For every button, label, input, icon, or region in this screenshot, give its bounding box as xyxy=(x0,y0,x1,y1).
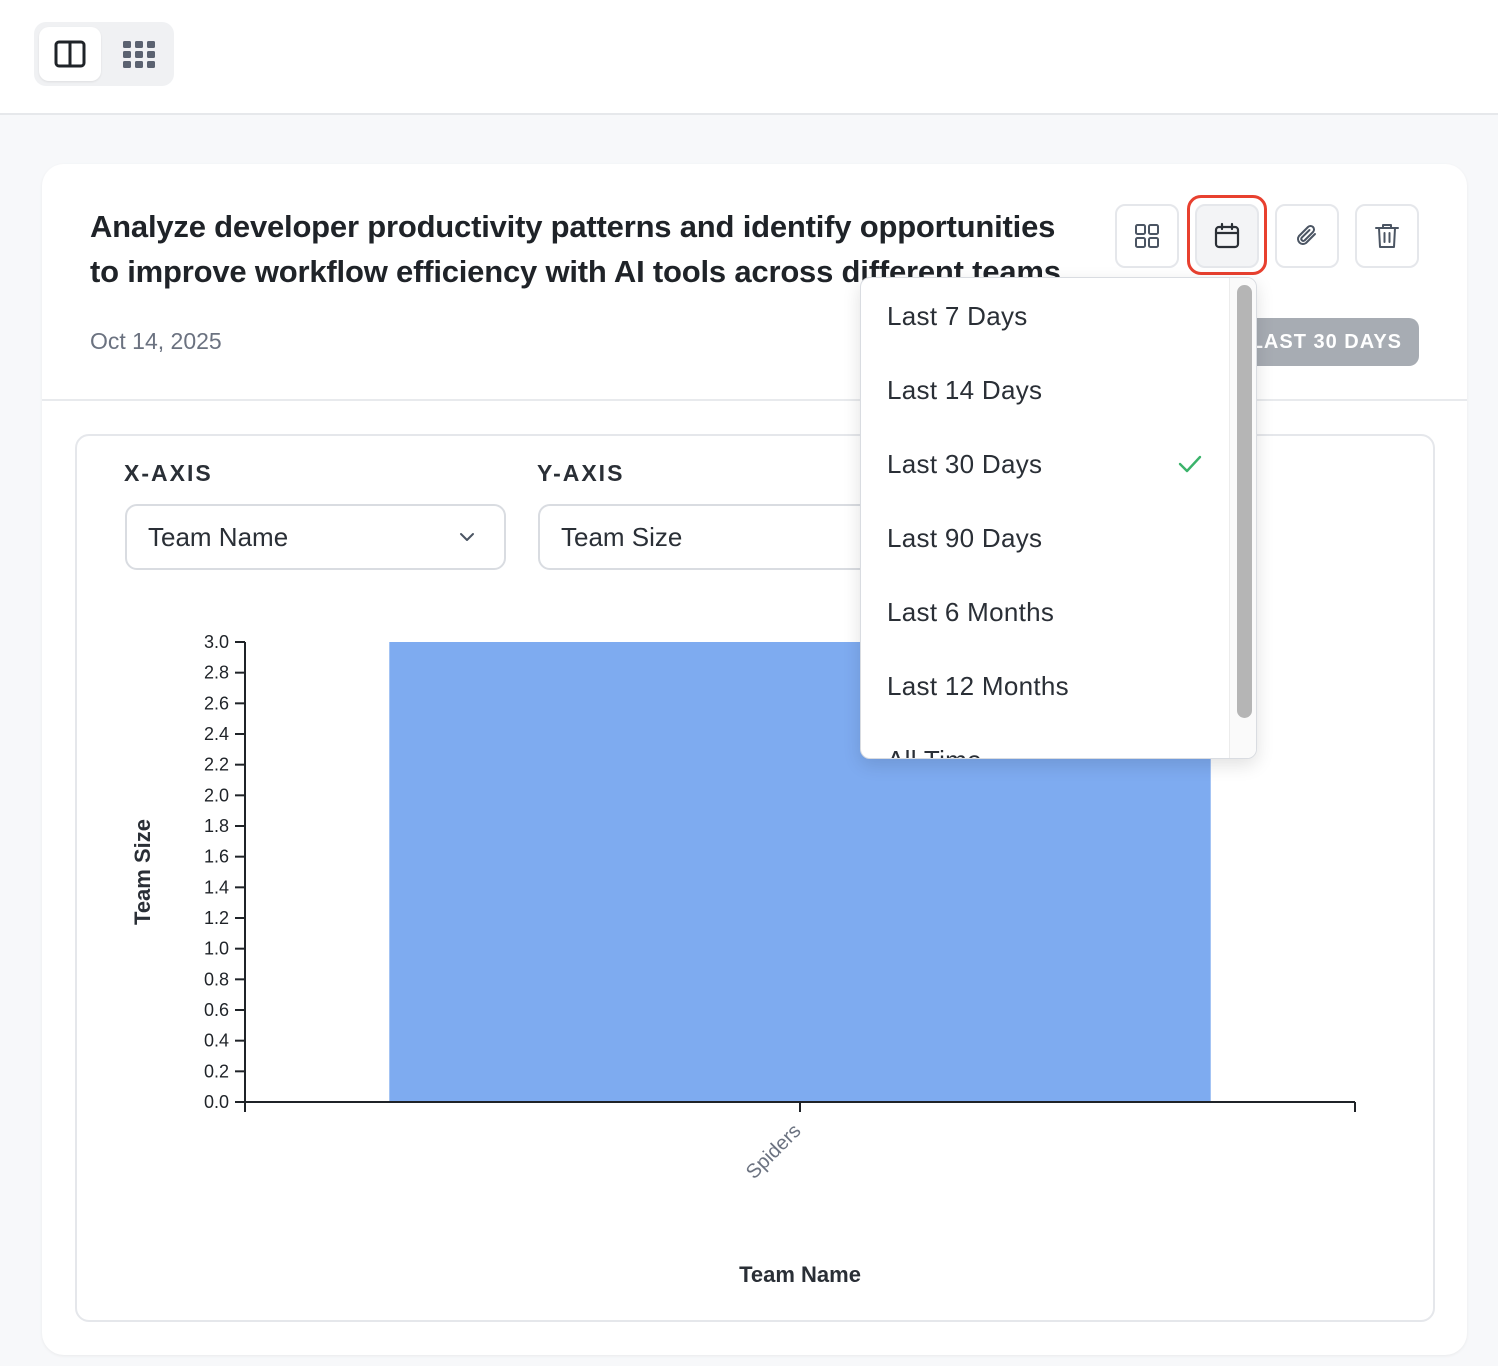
calendar-icon xyxy=(1214,222,1240,249)
y-tick-label: 2.6 xyxy=(204,693,229,713)
y-tick-label: 0.0 xyxy=(204,1092,229,1112)
y-tick-label: 2.8 xyxy=(204,663,229,683)
x-tick-label: Spiders xyxy=(742,1120,806,1184)
y-axis-title: Team Size xyxy=(130,819,155,925)
date-range-option-label: Last 90 Days xyxy=(887,522,1043,553)
date-range-option-label: Last 30 Days xyxy=(887,448,1043,479)
y-tick-label: 1.6 xyxy=(204,847,229,867)
split-view-button[interactable] xyxy=(39,27,101,81)
date-range-options: Last 7 Days Last 14 Days Last 30 Days Last … xyxy=(861,278,1229,759)
date-range-option[interactable]: Last 7 Days xyxy=(861,279,1229,353)
date-range-option-label: Last 14 Days xyxy=(887,374,1043,405)
y-tick-label: 0.8 xyxy=(204,969,229,989)
delete-button[interactable] xyxy=(1355,204,1419,268)
y-tick-label: 0.6 xyxy=(204,1000,229,1020)
y-tick-label: 1.0 xyxy=(204,939,229,959)
split-view-icon xyxy=(54,40,86,68)
top-bar xyxy=(0,0,1498,115)
x-axis-title: Team Name xyxy=(739,1262,861,1287)
card-date: Oct 14, 2025 xyxy=(90,328,222,354)
date-range-option[interactable]: Last 14 Days xyxy=(861,353,1229,427)
date-range-button[interactable] xyxy=(1195,204,1259,268)
y-tick-label: 2.4 xyxy=(204,724,229,744)
y-tick-label: 2.0 xyxy=(204,785,229,805)
y-tick-label: 3.0 xyxy=(204,632,229,652)
paperclip-icon xyxy=(1297,224,1316,245)
date-range-option-label: Last 7 Days xyxy=(887,300,1028,331)
menu-scrollbar-thumb[interactable] xyxy=(1237,285,1252,718)
date-range-option[interactable]: Last 12 Months xyxy=(861,649,1229,723)
y-tick-label: 0.4 xyxy=(204,1031,229,1051)
date-range-option[interactable]: All Time xyxy=(861,723,1229,759)
date-range-option-label: Last 12 Months xyxy=(887,670,1069,701)
grid-icon xyxy=(1135,224,1159,248)
menu-scrollbar[interactable] xyxy=(1229,278,1256,758)
grid-view-icon xyxy=(123,41,155,68)
date-range-option[interactable]: Last 6 Months xyxy=(861,575,1229,649)
y-tick-label: 1.2 xyxy=(204,908,229,928)
date-range-option-label: Last 6 Months xyxy=(887,596,1055,627)
checkmark-icon xyxy=(1178,455,1202,473)
trash-icon xyxy=(1375,224,1399,248)
date-range-option[interactable]: Last 90 Days xyxy=(861,501,1229,575)
grid-view-button[interactable] xyxy=(108,27,170,81)
attach-button[interactable] xyxy=(1275,204,1339,268)
widget-layout-button[interactable] xyxy=(1115,204,1179,268)
y-tick-label: 1.4 xyxy=(204,877,229,897)
view-toggle xyxy=(34,22,174,86)
date-range-menu: Last 7 Days Last 14 Days Last 30 Days Last … xyxy=(860,277,1257,759)
y-tick-label: 1.8 xyxy=(204,816,229,836)
y-tick-label: 2.2 xyxy=(204,755,229,775)
y-tick-label: 0.2 xyxy=(204,1061,229,1081)
date-range-option-label: All Time xyxy=(887,745,982,759)
date-range-option[interactable]: Last 30 Days xyxy=(861,427,1229,501)
